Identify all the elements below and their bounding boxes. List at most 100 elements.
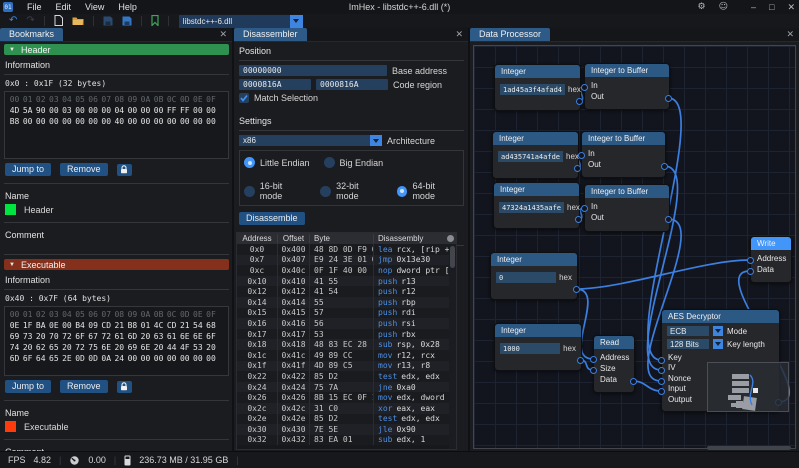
tab-disassembler[interactable]: Disassembler <box>234 28 307 41</box>
file-selector-dropdown[interactable]: libstdc++-6.dll <box>179 15 303 28</box>
match-selection-checkbox[interactable] <box>239 93 249 103</box>
bookmarks-close-icon[interactable]: ✕ <box>219 29 227 40</box>
disassembly-table-header[interactable]: Address Offset Byte Disassembly <box>237 233 456 244</box>
open-folder-icon[interactable] <box>72 16 84 27</box>
node-editor-minimap[interactable] <box>707 362 789 412</box>
disassembly-row[interactable]: 0x1c0x41c49 89 CCmovr12, rcx <box>237 350 456 361</box>
bookmark-header-header[interactable]: ▼Header <box>4 44 229 55</box>
disassembly-row[interactable]: 0x2c0x42c31 C0xoreax, eax <box>237 403 456 414</box>
jump-to-button[interactable]: Jump to <box>5 380 51 393</box>
disassembly-row[interactable]: 0x180x41848 83 EC 28subrsp, 0x28 <box>237 339 456 350</box>
node-wire[interactable] <box>576 260 750 289</box>
base-address-input[interactable]: 00000000 <box>239 65 387 76</box>
node-pin[interactable] <box>658 378 665 385</box>
integer-value-input[interactable]: 47324a1435aafe <box>499 202 564 213</box>
disassembly-table[interactable]: Address Offset Byte Disassembly 0x00x400… <box>236 232 457 450</box>
lock-button[interactable] <box>117 164 132 176</box>
radio-button[interactable] <box>244 186 255 197</box>
dropdown-arrow-icon[interactable] <box>370 135 382 146</box>
aes-keylength-dropdown[interactable]: 128 BitsKey length <box>667 339 774 349</box>
about-smiley-icon[interactable]: ☺ <box>719 2 728 12</box>
save-as-icon[interactable] <box>122 16 132 27</box>
radio-16-bit-mode[interactable]: 16-bit mode <box>244 181 306 201</box>
radio-button[interactable] <box>244 157 255 168</box>
node-wire[interactable] <box>633 381 661 391</box>
settings-gear-icon[interactable]: ⚙ <box>698 2 706 12</box>
disassembly-row[interactable]: 0x1f0x41f4D 89 C5movr13, r8 <box>237 361 456 372</box>
bookmark-header-executable[interactable]: ▼Executable <box>4 259 229 270</box>
node-title[interactable]: Integer <box>494 183 579 196</box>
disassembly-row[interactable]: 0x320x43283 EA 01subedx, 1 <box>237 435 456 446</box>
node-pin[interactable] <box>658 367 665 374</box>
disassembly-row[interactable]: 0x00x40048 8D 0D F9 0learcx, [rip + 0x14 <box>237 244 456 255</box>
integer-value-input[interactable]: 0 <box>496 272 556 283</box>
disassembly-row[interactable]: 0x220x42285 D2testedx, edx <box>237 371 456 382</box>
disassembly-row[interactable]: 0x300x4307E 5Ejle0x90 <box>237 424 456 435</box>
node-pin[interactable] <box>630 378 637 385</box>
node-editor-canvas[interactable]: Integer1ad45a3f4afad4hexInteger to Buffe… <box>473 45 796 449</box>
node-title[interactable]: Integer to Buffer <box>585 64 669 77</box>
node-pin[interactable] <box>574 165 581 172</box>
bookmark-icon[interactable] <box>151 15 159 26</box>
node-title[interactable]: Integer <box>495 65 580 78</box>
disassembly-row[interactable]: 0x170x41753pushrbx <box>237 329 456 340</box>
node-pin[interactable] <box>590 356 597 363</box>
radio-little-endian[interactable]: Little Endian <box>244 157 310 168</box>
disassembly-row[interactable]: 0x260x4268B 15 EC 0F 1movedx, dword ptr … <box>237 392 456 403</box>
lock-button[interactable] <box>117 381 132 393</box>
disassembly-row[interactable]: 0x2e0x42e85 D2testedx, edx <box>237 414 456 425</box>
table-options-icon[interactable] <box>447 235 454 242</box>
node-pin[interactable] <box>576 98 583 105</box>
radio-64-bit-mode[interactable]: 64-bit mode <box>397 181 459 201</box>
maximize-button[interactable]: □ <box>769 2 774 12</box>
collapse-caret-icon[interactable]: ▼ <box>9 262 15 268</box>
dropdown-arrow-icon[interactable] <box>290 15 303 28</box>
menu-edit[interactable]: Edit <box>56 2 72 12</box>
node-title[interactable]: Write <box>751 237 791 250</box>
node-write[interactable]: WriteAddressData <box>750 236 792 283</box>
node-pin[interactable] <box>661 163 668 170</box>
integer-value-input[interactable]: ad435741a4afde <box>498 151 563 162</box>
node-pin[interactable] <box>577 357 584 364</box>
disassembly-row[interactable]: 0x150x41557pushrdi <box>237 308 456 319</box>
radio-big-endian[interactable]: Big Endian <box>324 157 384 168</box>
disassembly-row[interactable]: 0x100x41041 55pushr13 <box>237 276 456 287</box>
radio-button[interactable] <box>397 186 408 197</box>
node-itb1[interactable]: Integer to BufferInOut <box>584 63 670 110</box>
tab-data-processor[interactable]: Data Processor <box>470 28 550 41</box>
save-icon[interactable] <box>103 16 113 27</box>
disassembler-close-icon[interactable]: ✕ <box>455 29 463 40</box>
node-pin[interactable] <box>665 216 672 223</box>
code-region-end-input[interactable]: 0000816A <box>316 79 388 90</box>
menu-help[interactable]: Help <box>118 2 137 12</box>
remove-button[interactable]: Remove <box>60 163 108 176</box>
node-title[interactable]: Read <box>594 336 634 349</box>
integer-value-input[interactable]: 1ad45a3f4afad4 <box>500 84 565 95</box>
disassembly-row[interactable]: 0x240x42475 7Ajne0xa0 <box>237 382 456 393</box>
node-title[interactable]: AES Decryptor <box>662 310 779 323</box>
undo-icon[interactable]: ↶ <box>9 16 17 26</box>
dropdown-arrow-icon[interactable] <box>713 326 723 336</box>
node-title[interactable]: Integer to Buffer <box>585 185 669 198</box>
node-title[interactable]: Integer <box>493 132 578 145</box>
menu-view[interactable]: View <box>85 2 104 12</box>
disassembly-row[interactable]: 0x120x41241 54pushr12 <box>237 286 456 297</box>
new-file-icon[interactable] <box>54 15 63 26</box>
node-int2[interactable]: Integerad435741a4afdehex <box>492 131 579 179</box>
disassembly-row[interactable]: 0xc0x40c0F 1F 40 00nopdword ptr [rax] <box>237 265 456 276</box>
node-int1[interactable]: Integer1ad45a3f4afad4hex <box>494 64 581 111</box>
node-int4[interactable]: Integer0hex <box>490 252 578 300</box>
radio-button[interactable] <box>324 157 335 168</box>
node-title[interactable]: Integer <box>495 324 581 337</box>
redo-icon[interactable]: ↷ <box>26 16 34 26</box>
code-region-start-input[interactable]: 0000816A <box>239 79 311 90</box>
disassembly-row[interactable]: 0x160x41656pushrsi <box>237 318 456 329</box>
node-pin[interactable] <box>578 152 585 159</box>
disassembly-row[interactable]: 0x140x41455pushrbp <box>237 297 456 308</box>
jump-to-button[interactable]: Jump to <box>5 163 51 176</box>
node-itb2[interactable]: Integer to BufferInOut <box>581 131 666 178</box>
node-title[interactable]: Integer to Buffer <box>582 132 665 145</box>
node-pin[interactable] <box>747 268 754 275</box>
horizontal-scrollbar[interactable] <box>707 446 791 450</box>
node-pin[interactable] <box>581 205 588 212</box>
